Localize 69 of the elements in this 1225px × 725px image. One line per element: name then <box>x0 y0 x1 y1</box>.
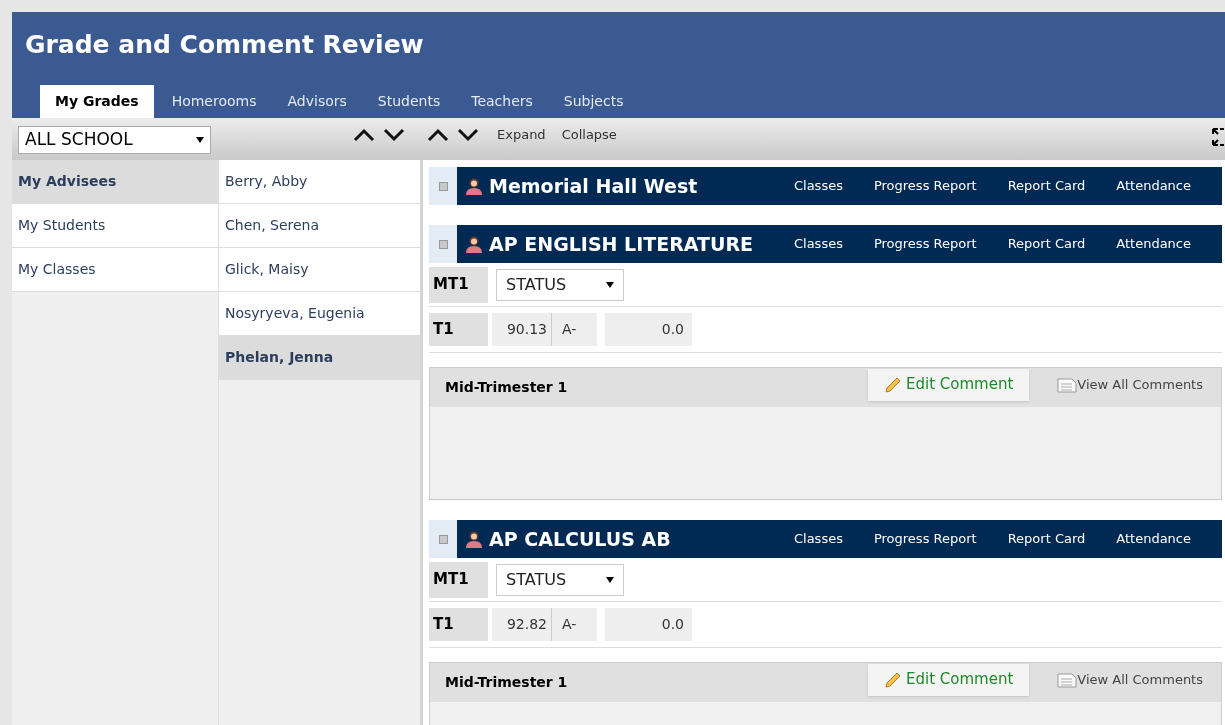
scope-select[interactable]: ALL SCHOOL <box>18 126 211 154</box>
edit-comment-button[interactable]: Edit Comment <box>868 368 1030 401</box>
student-item[interactable]: Phelan, Jenna <box>219 336 420 380</box>
dropdown-arrow-icon <box>196 136 204 144</box>
grade-cell: A- <box>552 608 597 641</box>
person-icon <box>465 235 483 253</box>
tab[interactable]: Subjects <box>549 85 638 118</box>
fullscreen-icon[interactable] <box>1212 128 1225 146</box>
edit-comment-button[interactable]: Edit Comment <box>868 663 1030 696</box>
section-link[interactable]: Attendance <box>1116 529 1191 549</box>
score-cell: 90.13 <box>492 313 552 346</box>
row-label: MT1 <box>429 561 488 598</box>
value-cell: 0.0 <box>605 313 692 346</box>
expand-toggle-icon[interactable] <box>438 534 448 544</box>
pencil-icon <box>884 670 902 689</box>
pencil-icon <box>884 375 902 394</box>
tab[interactable]: My Grades <box>40 85 154 118</box>
expand-toggle-icon[interactable] <box>438 181 448 191</box>
view-comments-link[interactable]: View All Comments <box>1057 669 1203 690</box>
status-select[interactable]: STATUS <box>496 563 624 596</box>
section-title: AP ENGLISH LITERATURE <box>489 231 755 257</box>
section-link[interactable]: Classes <box>793 176 843 196</box>
tab[interactable]: Advisors <box>273 85 361 118</box>
student-item[interactable]: Glick, Maisy <box>219 248 420 292</box>
dropdown-arrow-icon <box>606 575 614 584</box>
section-link[interactable]: Attendance <box>1116 234 1191 254</box>
chevron-down-icon[interactable] <box>383 128 405 142</box>
section-link[interactable]: Attendance <box>1116 176 1191 196</box>
section-link[interactable]: Progress Report <box>873 176 977 196</box>
section-link[interactable]: Classes <box>793 234 843 254</box>
section-link[interactable]: Progress Report <box>873 529 977 549</box>
person-icon <box>465 530 483 548</box>
chevron-down-icon[interactable] <box>457 128 479 142</box>
row-label: T1 <box>429 608 488 641</box>
sidebar-item[interactable]: My Classes <box>12 248 218 292</box>
view-comments-link[interactable]: View All Comments <box>1057 374 1203 395</box>
page-title: Grade and Comment Review <box>24 29 425 61</box>
section-link[interactable]: Report Card <box>1007 234 1086 254</box>
document-icon <box>1057 671 1078 688</box>
expand-link[interactable]: Expand <box>497 125 546 145</box>
section-link[interactable]: Progress Report <box>873 234 977 254</box>
grade-cell: A- <box>552 313 597 346</box>
tab[interactable]: Students <box>363 85 455 118</box>
chevron-up-icon[interactable] <box>353 128 375 142</box>
student-item[interactable]: Berry, Abby <box>219 160 420 204</box>
person-icon <box>465 177 483 195</box>
sidebar-item[interactable]: My Advisees <box>12 160 218 204</box>
student-item[interactable]: Chen, Serena <box>219 204 420 248</box>
collapse-link[interactable]: Collapse <box>561 125 617 145</box>
value-cell: 0.0 <box>605 608 692 641</box>
expand-toggle-icon[interactable] <box>438 239 448 249</box>
section-link[interactable]: Report Card <box>1007 529 1086 549</box>
student-item[interactable]: Nosyryeva, Eugenia <box>219 292 420 336</box>
tab[interactable]: Homerooms <box>157 85 271 118</box>
row-label: T1 <box>429 313 488 346</box>
section-link[interactable]: Classes <box>793 529 843 549</box>
status-select[interactable]: STATUS <box>496 268 624 301</box>
dropdown-arrow-icon <box>606 280 614 289</box>
tab[interactable]: Teachers <box>457 85 547 118</box>
section-link[interactable]: Report Card <box>1007 176 1086 196</box>
comment-title: Mid-Trimester 1 <box>445 673 569 692</box>
document-icon <box>1057 376 1078 393</box>
row-label: MT1 <box>429 266 488 303</box>
chevron-up-icon[interactable] <box>427 128 449 142</box>
section-title: AP CALCULUS AB <box>489 526 672 552</box>
score-cell: 92.82 <box>492 608 552 641</box>
sidebar-item[interactable]: My Students <box>12 204 218 248</box>
section-title: Memorial Hall West <box>489 173 699 199</box>
comment-title: Mid-Trimester 1 <box>445 378 569 397</box>
